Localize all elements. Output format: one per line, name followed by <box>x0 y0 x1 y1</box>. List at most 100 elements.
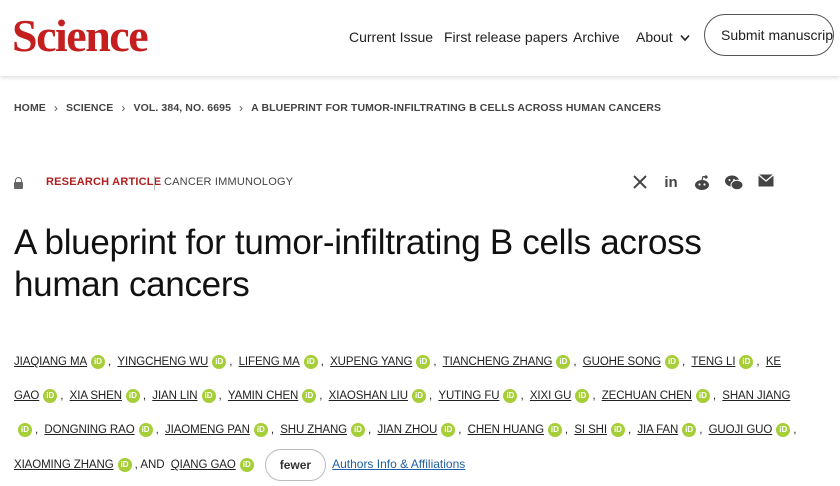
orcid-icon[interactable]: iD <box>117 457 132 472</box>
x-twitter-icon[interactable] <box>631 174 649 192</box>
orcid-icon[interactable]: iD <box>556 354 571 369</box>
author-name[interactable]: JIA FAN <box>637 424 678 436</box>
author-comma: , <box>218 390 225 402</box>
orcid-icon[interactable]: iD <box>575 388 590 403</box>
orcid-icon[interactable]: iD <box>303 354 318 369</box>
science-logo[interactable]: Science <box>12 6 149 66</box>
orcid-icon[interactable]: iD <box>682 422 697 437</box>
site-header: Science Current Issue First release pape… <box>0 0 840 76</box>
fewer-authors-button[interactable]: fewer <box>264 448 327 481</box>
orcid-icon[interactable]: iD <box>411 388 426 403</box>
orcid-icon[interactable]: iD <box>239 457 254 472</box>
breadcrumb-article: A BLUEPRINT FOR TUMOR-INFILTRATING B CEL… <box>251 102 662 114</box>
orcid-icon[interactable]: iD <box>351 422 366 437</box>
article-type-label[interactable]: RESEARCH ARTICLE <box>46 176 161 188</box>
author-comma: , <box>699 424 706 436</box>
orcid-icon[interactable]: iD <box>416 354 431 369</box>
orcid-icon[interactable]: iD <box>610 422 625 437</box>
nav-about-label: About <box>636 29 673 45</box>
breadcrumb-separator-icon: › <box>239 101 244 115</box>
author-comma: , <box>155 424 162 436</box>
orcid-icon[interactable]: iD <box>739 354 754 369</box>
authors-info-link[interactable]: Authors Info & Affiliations <box>332 457 465 471</box>
author-name[interactable]: CHEN HUANG <box>468 424 544 436</box>
author-name[interactable]: TENG LI <box>691 356 735 368</box>
submit-manuscript-button[interactable]: Submit manuscript <box>704 14 834 56</box>
breadcrumb-home[interactable]: HOME <box>14 102 46 114</box>
author-list: JIAQIANG MA iD, YINGCHENG WU iD, LIFENG MA… <box>14 345 804 482</box>
author-name[interactable]: XIAOSHAN LIU <box>329 390 408 402</box>
orcid-icon[interactable]: iD <box>43 388 58 403</box>
author-name[interactable]: DONGNING RAO <box>44 424 134 436</box>
author-name[interactable]: XUPENG YANG <box>330 356 412 368</box>
linkedin-glyph: in <box>664 174 678 191</box>
author-name[interactable]: JIAOMENG PAN <box>165 424 250 436</box>
nav-archive[interactable]: Archive <box>573 28 620 46</box>
subject-label[interactable]: CANCER IMMUNOLOGY <box>164 176 293 188</box>
orcid-icon[interactable]: iD <box>125 388 140 403</box>
orcid-icon[interactable]: iD <box>18 422 32 437</box>
author-name[interactable]: YINGCHENG WU <box>117 356 208 368</box>
orcid-icon[interactable]: iD <box>302 388 317 403</box>
wechat-icon[interactable] <box>724 174 744 192</box>
author-entries: JIAQIANG MA iD, YINGCHENG WU iD, LIFENG MA… <box>14 354 799 472</box>
orcid-icon[interactable]: iD <box>441 422 456 437</box>
author-comma: , <box>270 424 278 436</box>
meta-divider <box>154 176 155 190</box>
author-and-separator: , AND <box>134 459 168 471</box>
author-name[interactable]: XIXI GU <box>530 390 572 402</box>
reddit-icon[interactable] <box>693 174 711 192</box>
orcid-icon[interactable]: iD <box>138 422 153 437</box>
author-name[interactable]: SHAN JIANG <box>722 390 790 402</box>
orcid-icon[interactable]: iD <box>776 422 791 437</box>
orcid-icon[interactable]: iD <box>201 388 216 403</box>
author-name[interactable]: YAMIN CHEN <box>228 390 298 402</box>
author-comma: , <box>793 424 797 436</box>
author-comma: , <box>35 424 42 436</box>
author-comma: , <box>712 390 720 402</box>
author-name[interactable]: JIAN ZHOU <box>377 424 437 436</box>
breadcrumb-science[interactable]: SCIENCE <box>66 102 113 114</box>
author-name[interactable]: SI SHI <box>574 424 607 436</box>
breadcrumb: HOME › SCIENCE › VOL. 384, NO. 6695 › A … <box>14 101 661 115</box>
orcid-icon[interactable]: iD <box>253 422 268 437</box>
author-comma: , <box>756 356 763 368</box>
author-comma: , <box>368 424 375 436</box>
author-name[interactable]: XIAOMING ZHANG <box>14 459 114 471</box>
author-name[interactable]: XIA SHEN <box>70 390 122 402</box>
author-name[interactable]: GUOJI GUO <box>709 424 773 436</box>
author-comma: , <box>229 356 236 368</box>
author-name[interactable]: JIAQIANG MA <box>14 356 87 368</box>
author-name[interactable]: SHU ZHANG <box>280 424 347 436</box>
orcid-icon[interactable]: iD <box>547 422 562 437</box>
nav-about[interactable]: About <box>636 28 691 46</box>
author-name[interactable]: LIFENG MA <box>239 356 300 368</box>
author-name[interactable]: TIANCHENG ZHANG <box>443 356 553 368</box>
author-comma: , <box>320 356 328 368</box>
breadcrumb-separator-icon: › <box>53 101 59 115</box>
breadcrumb-volume[interactable]: VOL. 384, NO. 6695 <box>134 102 232 114</box>
author-name[interactable]: ZECHUAN CHEN <box>602 390 692 402</box>
orcid-icon[interactable]: iD <box>212 354 227 369</box>
orcid-icon[interactable]: iD <box>665 354 679 369</box>
orcid-icon[interactable]: iD <box>695 388 710 403</box>
author-name[interactable]: QIANG GAO <box>171 459 236 471</box>
author-comma: , <box>108 356 115 368</box>
author-comma: , <box>564 424 572 436</box>
lock-icon <box>14 177 23 189</box>
author-comma: , <box>428 390 436 402</box>
author-comma: , <box>142 390 150 402</box>
author-name[interactable]: GUOHE SONG <box>583 356 661 368</box>
email-icon[interactable] <box>757 174 775 192</box>
orcid-icon[interactable]: iD <box>91 354 106 369</box>
author-name[interactable]: JIAN LIN <box>152 390 197 402</box>
author-name[interactable]: YUTING FU <box>438 390 499 402</box>
author-comma: , <box>592 390 599 402</box>
nav-first-release-papers[interactable]: First release papers <box>444 28 568 46</box>
author-comma: , <box>60 390 67 402</box>
chevron-down-icon <box>680 28 691 46</box>
author-comma: , <box>627 424 635 436</box>
linkedin-icon[interactable]: in <box>662 174 680 192</box>
orcid-icon[interactable]: iD <box>503 388 518 403</box>
nav-current-issue[interactable]: Current Issue <box>349 28 433 46</box>
